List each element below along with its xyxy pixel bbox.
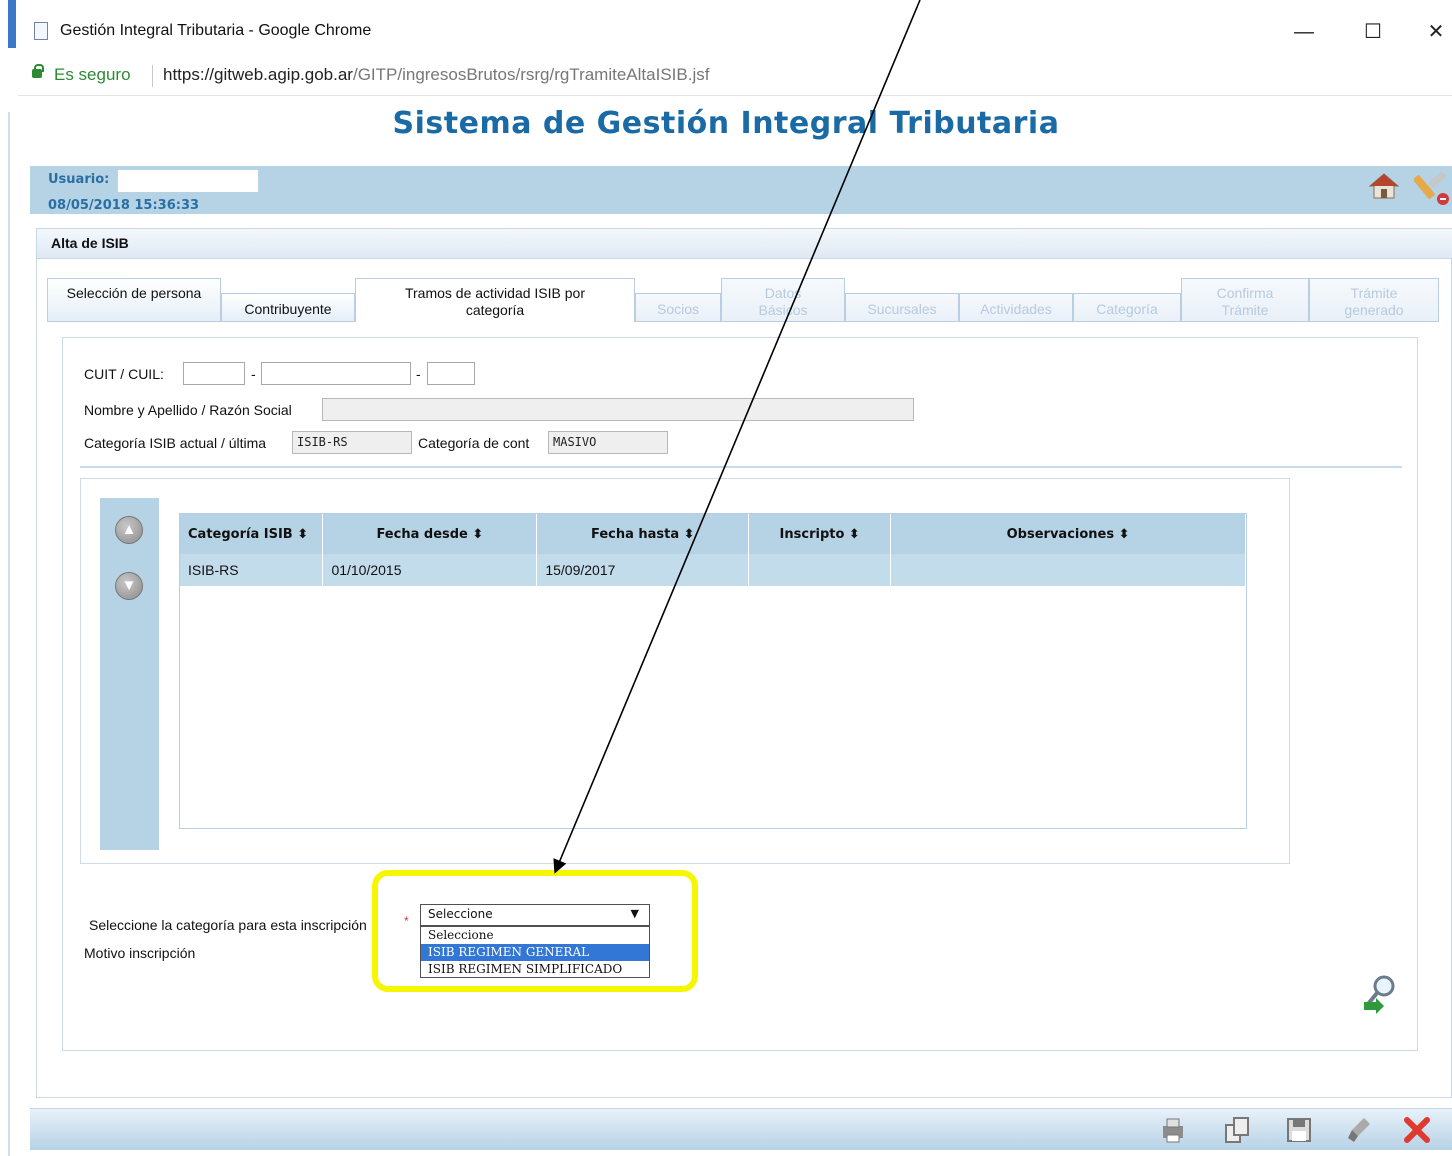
tab-datos-basicos[interactable]: Datos Básicos: [721, 278, 845, 322]
tab-socios[interactable]: Socios: [635, 293, 721, 322]
user-label: Usuario:: [48, 172, 110, 187]
url-text[interactable]: https://gitweb.agip.gob.ar/GITP/ingresos…: [163, 65, 709, 85]
app-title: Sistema de Gestión Integral Tributaria: [392, 106, 1060, 141]
col-observaciones[interactable]: Observaciones ⬍: [890, 514, 1246, 554]
col-categoria-isib[interactable]: Categoría ISIB ⬍: [180, 514, 324, 554]
nombre-label: Nombre y Apellido / Razón Social: [84, 402, 292, 418]
grid-side-panel: ▲ ▼: [100, 498, 159, 850]
option-seleccione[interactable]: Seleccione: [421, 927, 649, 944]
address-bar[interactable]: Es seguro https://gitweb.agip.gob.ar/GIT…: [18, 62, 1452, 96]
cancel-icon[interactable]: [1402, 1115, 1432, 1145]
categoria-dropdown-list: Seleccione ISIB REGIMEN GENERAL ISIB REG…: [420, 926, 650, 978]
footer-toolbar: [30, 1108, 1452, 1150]
minimize-button[interactable]: —: [1290, 18, 1318, 46]
tab-seleccion-persona[interactable]: Selección de persona: [47, 278, 221, 322]
table-row[interactable]: ISIB-RS 01/10/2015 15/09/2017: [180, 554, 1246, 586]
page-icon: [34, 22, 48, 40]
tab-tramos-actividad[interactable]: Tramos de actividad ISIB por categoría: [355, 278, 635, 322]
move-down-icon[interactable]: ▼: [115, 572, 143, 600]
close-window-button[interactable]: ✕: [1422, 18, 1450, 46]
tab-sucursales[interactable]: Sucursales: [845, 293, 959, 322]
option-regimen-general[interactable]: ISIB REGIMEN GENERAL: [421, 944, 649, 961]
home-icon[interactable]: [1368, 172, 1400, 200]
window-left-edge: [0, 0, 18, 1156]
chevron-down-icon: ▼: [630, 907, 639, 920]
lock-icon: [32, 64, 44, 78]
tramos-table: Categoría ISIB ⬍ Fecha desde ⬍ Fecha has…: [179, 513, 1247, 829]
clear-icon[interactable]: [1346, 1115, 1376, 1145]
cell-categoria: ISIB-RS: [180, 554, 324, 586]
categoria-inscripcion-label: Seleccione la categoría para esta inscri…: [89, 917, 367, 933]
browser-titlebar: Gestión Integral Tributaria - Google Chr…: [18, 0, 1452, 62]
window-title: Gestión Integral Tributaria - Google Chr…: [60, 22, 372, 39]
cuit-check-digit-input[interactable]: [427, 362, 475, 385]
cuit-label: CUIT / CUIL:: [84, 366, 164, 382]
categoria-actual-label: Categoría ISIB actual / última: [84, 435, 267, 451]
option-regimen-simplificado[interactable]: ISIB REGIMEN SIMPLIFICADO: [421, 961, 649, 978]
tab-actividades[interactable]: Actividades: [959, 293, 1073, 322]
cell-observaciones: [890, 554, 1246, 586]
select-current-value: Seleccione: [428, 907, 493, 921]
save-icon[interactable]: [1284, 1115, 1314, 1145]
cuit-prefix-input[interactable]: [183, 362, 245, 385]
cell-inscripto: [748, 554, 892, 586]
categoria-select[interactable]: Seleccione ▼: [420, 904, 650, 926]
panel-title: Alta de ISIB: [51, 235, 129, 251]
nombre-field: [322, 398, 914, 421]
tab-contribuyente[interactable]: Contribuyente: [221, 293, 355, 322]
move-up-icon[interactable]: ▲: [115, 516, 143, 544]
redacted-username: [118, 170, 258, 192]
col-inscripto[interactable]: Inscripto ⬍: [748, 514, 892, 554]
motivo-label: Motivo inscripción: [84, 945, 196, 961]
tab-tramite-generado[interactable]: Trámite generado: [1309, 278, 1439, 322]
copy-icon[interactable]: [1222, 1115, 1252, 1145]
cell-fecha-hasta: 15/09/2017: [536, 554, 750, 586]
col-fecha-desde[interactable]: Fecha desde ⬍: [322, 514, 538, 554]
search-icon[interactable]: [1362, 972, 1404, 1014]
tab-confirma-tramite[interactable]: Confirma Trámite: [1181, 278, 1309, 322]
categoria-actual-field: ISIB-RS: [292, 431, 412, 454]
col-fecha-hasta[interactable]: Fecha hasta ⬍: [536, 514, 750, 554]
secure-label: Es seguro: [54, 65, 131, 84]
user-band: Usuario: 08/05/2018 15:36:33: [30, 166, 1452, 214]
cell-fecha-desde: 01/10/2015: [322, 554, 538, 586]
session-datetime: 08/05/2018 15:36:33: [48, 198, 200, 213]
categoria-cont-label: Categoría de cont: [418, 435, 530, 451]
cuit-dash: -: [251, 366, 256, 382]
maximize-button[interactable]: ☐: [1359, 18, 1387, 46]
divider: [80, 466, 1402, 468]
cuit-dash: -: [416, 366, 421, 382]
categoria-cont-field: MASIVO: [548, 431, 668, 454]
print-icon[interactable]: [1158, 1115, 1188, 1145]
tools-icon[interactable]: [1414, 170, 1452, 206]
tab-categoria[interactable]: Categoría: [1073, 293, 1181, 322]
cuit-number-input[interactable]: [261, 362, 411, 385]
